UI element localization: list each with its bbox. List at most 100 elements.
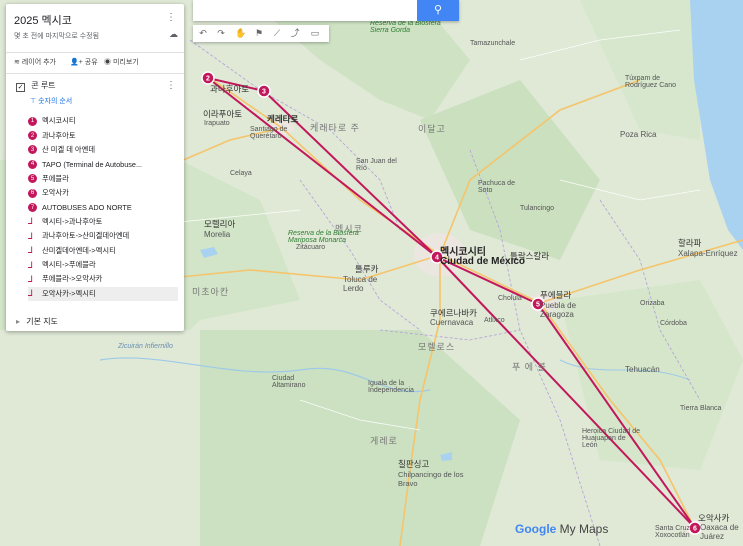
route-stop-marker[interactable]: 3 xyxy=(257,84,271,98)
label-irapuato: Irapuato xyxy=(204,120,230,127)
label-hidalgo: 이달고 xyxy=(418,124,446,134)
route-line-icon: ⅃ xyxy=(28,216,34,227)
layer-item-label: 산미겔데아옌데->멕시티 xyxy=(42,245,116,255)
layer-item-list: 1 멕시코시티 2 과나후아토 3 산 미겔 데 아옌데 4 TAPO (Terminal d… xyxy=(28,114,178,302)
label-tamazunchale: Tamazunchale xyxy=(470,40,516,47)
undo-icon[interactable]: ↶ xyxy=(195,27,211,40)
layer-item-label: 오악사카 xyxy=(42,188,69,198)
add-layer-button[interactable]: ≋ 레이어 추가 xyxy=(14,57,56,67)
point-number-badge: 3 xyxy=(28,145,37,155)
layer-point-item[interactable]: 7 AUTOBUSES ADO NORTE xyxy=(28,200,178,214)
layer-point-item[interactable]: 5 푸에블라 xyxy=(28,172,178,186)
layer-item-label: 오악사카->멕시티 xyxy=(42,288,96,298)
layer-route-item[interactable]: ⅃ 산미겔데아옌데->멕시티 xyxy=(28,244,178,258)
panel-toolbar: ≋ 레이어 추가 👤+ 공유 ◉ 미리보기 xyxy=(6,52,184,74)
add-layer-label: 레이어 추가 xyxy=(21,59,56,66)
label-puebla-kr: 푸에블라 xyxy=(540,290,572,300)
layer-point-item[interactable]: 1 멕시코시티 xyxy=(28,114,178,128)
point-number-badge: 6 xyxy=(28,188,37,198)
label-altamirano: Ciudad Altamirano xyxy=(272,375,306,389)
map-legend-panel: 2025 멕시코 몇 초 전에 마지막으로 수정됨 ⋮ ☁ ≋ 레이어 추가 👤… xyxy=(6,4,184,331)
marker-number: 4 xyxy=(435,255,439,262)
search-box[interactable]: ⚲ xyxy=(193,0,459,21)
brand-mymaps: My Maps xyxy=(556,522,609,536)
add-person-icon: 👤+ xyxy=(70,59,83,66)
label-tlaxcala-kr: 틀락스칼라 xyxy=(510,251,550,261)
marker-number: 3 xyxy=(262,89,266,96)
route-line-icon: ⅃ xyxy=(28,230,34,241)
point-number-badge: 1 xyxy=(28,116,37,126)
preview-button[interactable]: ◉ 미리보기 xyxy=(104,57,139,67)
label-irapuato-kr: 이라푸아토 xyxy=(203,109,243,119)
label-cholula: Cholula xyxy=(498,295,522,302)
label-morelos: 모렐로스 xyxy=(418,342,456,352)
label-queretaro-state: 케레타로 주 xyxy=(310,123,360,133)
label-poza-rica: Poza Rica xyxy=(620,130,657,139)
map-options-icon[interactable]: ⋮ xyxy=(166,12,176,23)
label-xoxo: Santa Cruz Xoxocotlán xyxy=(655,525,691,539)
label-tulancingo: Tulancingo xyxy=(520,205,554,212)
label-chilpancingo: Chilpancingo de los Bravo xyxy=(398,470,464,488)
eye-icon: ◉ xyxy=(104,59,111,66)
directions-icon[interactable]: ⤴ xyxy=(287,27,303,40)
layer-route-item[interactable]: ⅃ 멕시티->과나후아토 xyxy=(28,215,178,229)
label-queretaro-kr: 케레타로 xyxy=(267,114,299,124)
label-tuxpan: Túxpam de Rodríguez Cano xyxy=(625,75,676,89)
search-button[interactable]: ⚲ xyxy=(417,0,459,21)
paint-roller-icon: ⊤ xyxy=(30,98,37,105)
base-map-label: 기본 지도 xyxy=(26,317,58,326)
label-tehuacan: Tehuacán xyxy=(625,365,660,374)
measure-ruler-icon[interactable]: ▭ xyxy=(307,27,323,40)
label-oaxaca: Oaxaca de Juárez xyxy=(700,523,739,541)
label-pachuca: Pachuca de Soto xyxy=(478,180,515,194)
label-tierra-blanca: Tierra Blanca xyxy=(680,405,722,412)
layer-style-link[interactable]: ⊤ 숫자의 순서 xyxy=(30,96,72,106)
route-line-icon: ⅃ xyxy=(28,245,34,256)
layer-header[interactable]: ✓ 콘 루트 xyxy=(16,80,56,92)
layer-style-label: 숫자의 순서 xyxy=(38,98,73,105)
label-cordoba: Córdoba xyxy=(660,320,687,327)
layer-item-label: 푸에블라->오악사카 xyxy=(42,274,103,284)
draw-line-icon[interactable]: ⟋ xyxy=(269,27,285,40)
layer-name[interactable]: 콘 루트 xyxy=(31,81,55,90)
label-guanajuato: 과나후아토 xyxy=(210,84,250,94)
layer-options-icon[interactable]: ⋮ xyxy=(166,80,176,91)
base-map-toggle[interactable]: ▸ 기본 지도 xyxy=(16,316,58,327)
layer-route-item[interactable]: ⅃ 푸에블라->오악사카 xyxy=(28,272,178,286)
point-number-badge: 2 xyxy=(28,131,37,141)
search-icon: ⚲ xyxy=(433,4,443,16)
label-zicuiran: Zicuirán Infiernillo xyxy=(118,343,173,350)
layer-checkbox[interactable]: ✓ xyxy=(16,83,25,92)
share-button[interactable]: 👤+ 공유 xyxy=(70,57,98,67)
layer-route-item[interactable]: ⅃ 오악사카->멕시티 xyxy=(28,286,178,302)
label-biosphere-sierra-gorda: Reserva de la Biosfera Sierra Gorda xyxy=(370,20,441,34)
label-morelia-kr: 모렐리아 xyxy=(204,219,236,229)
layer-route-item[interactable]: ⅃ 과나후아토->산미겔데아옌데 xyxy=(28,229,178,243)
label-orizaba: Orizaba xyxy=(640,300,665,307)
pan-hand-icon[interactable]: ✋ xyxy=(233,27,249,40)
redo-icon[interactable]: ↷ xyxy=(213,27,229,40)
share-label: 공유 xyxy=(84,59,98,66)
layer-point-item[interactable]: 3 산 미겔 데 아옌데 xyxy=(28,143,178,157)
label-puebla: Puebla de Zaragoza xyxy=(540,301,577,319)
label-morelia: Morelia xyxy=(204,230,231,239)
expand-icon: ▸ xyxy=(16,317,21,326)
label-xalapa-kr: 할라파 xyxy=(678,238,702,248)
layer-point-item[interactable]: 6 오악사카 xyxy=(28,186,178,200)
label-michoacan: 미초아칸 xyxy=(192,287,230,297)
layer-point-item[interactable]: 2 과나후아토 xyxy=(28,128,178,142)
label-biosphere-monarca: Reserva de la Biosfera Mariposa Monarca xyxy=(288,230,359,244)
label-huajuapan: Heroica Ciudad de Huajuapan de León xyxy=(582,428,640,449)
label-puebla-state: 푸 에 블 xyxy=(512,362,547,372)
preview-label: 미리보기 xyxy=(112,59,139,66)
map-tools-bar: ↶ ↷ ✋ ⚑ ⟋ ⤴ ▭ xyxy=(193,25,329,42)
layer-point-item[interactable]: 4 TAPO (Terminal de Autobuse... xyxy=(28,157,178,171)
label-toluca-kr: 톨루카 xyxy=(355,264,379,274)
layer-route-item[interactable]: ⅃ 멕시티->푸에블라 xyxy=(28,258,178,272)
label-atlixco: Atlixco xyxy=(484,317,505,324)
google-my-maps-logo: Google My Maps xyxy=(515,522,608,536)
map-title[interactable]: 2025 멕시코 xyxy=(14,12,72,28)
add-marker-icon[interactable]: ⚑ xyxy=(251,27,267,40)
layer-item-label: 멕시코시티 xyxy=(42,116,76,126)
label-chilpancingo-kr: 칠판싱고 xyxy=(398,459,430,469)
